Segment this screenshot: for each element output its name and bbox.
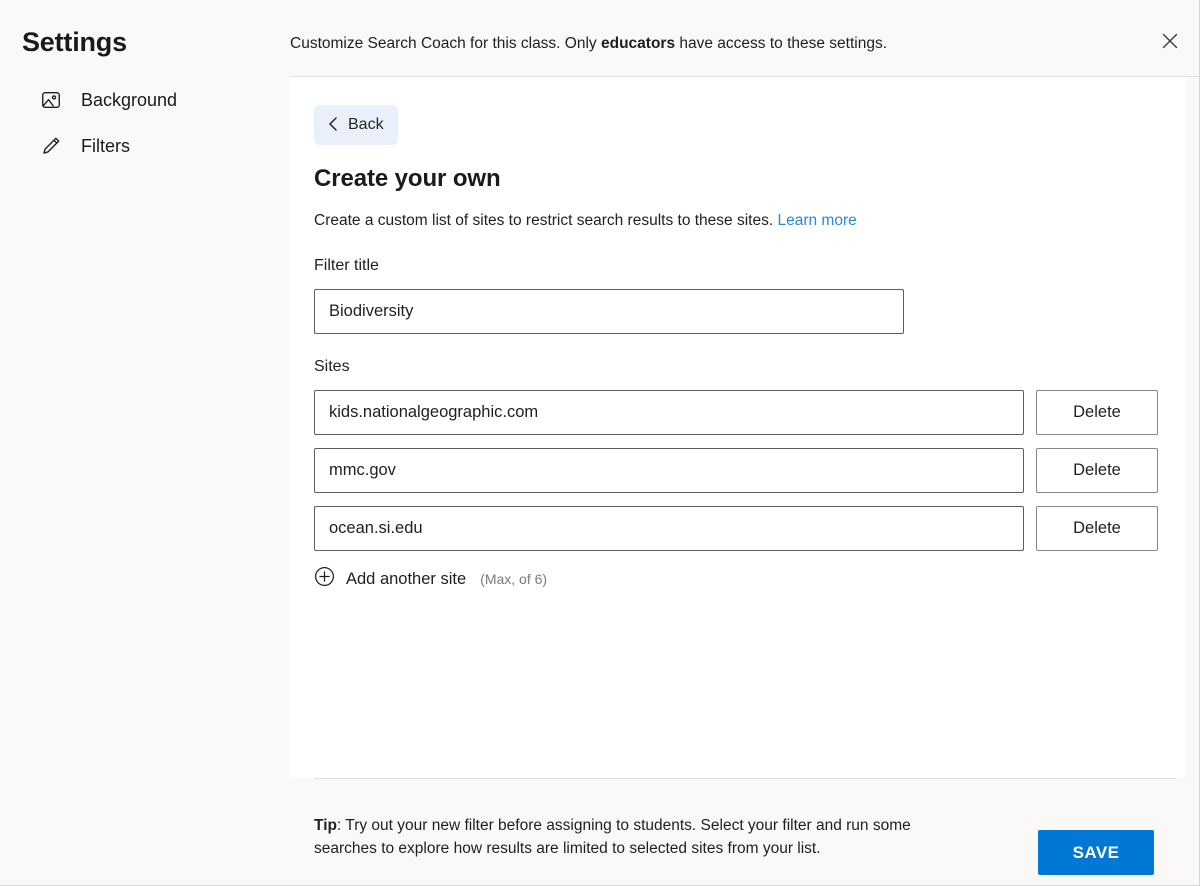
dialog-footer: Tip: Try out your new filter before assi… [290, 778, 1199, 885]
header-text-after: have access to these settings. [675, 35, 888, 52]
sidebar: Settings Background Filters [0, 0, 290, 885]
add-another-site-label: Add another site [346, 569, 467, 588]
image-icon [38, 87, 64, 113]
footer-divider [314, 778, 1176, 779]
back-button-label: Back [348, 116, 384, 133]
filter-title-label: Filter title [314, 257, 379, 274]
sidebar-item-label-filters: Filters [81, 135, 130, 156]
site-row: Delete [314, 506, 1159, 551]
header-text-bold: educators [600, 35, 676, 52]
sidebar-title: Settings [22, 27, 127, 57]
add-another-site-button[interactable]: Add another site (Max, of 6) [314, 565, 547, 593]
site-row: Delete [314, 390, 1159, 435]
sites-label: Sites [314, 358, 350, 375]
page-title: Create your own [314, 165, 501, 192]
site-input-1[interactable] [314, 448, 1024, 493]
site-input-0[interactable] [314, 390, 1024, 435]
tip-text: Tip: Try out your new filter before assi… [314, 814, 964, 860]
pencil-icon [38, 133, 64, 159]
chevron-left-icon [326, 116, 340, 135]
content-panel: Back Create your own Create a custom lis… [290, 77, 1185, 778]
tip-prefix: Tip [314, 817, 337, 834]
learn-more-link[interactable]: Learn more [777, 212, 856, 229]
site-input-2[interactable] [314, 506, 1024, 551]
page-description-text: Create a custom list of sites to restric… [314, 212, 774, 229]
tip-body: : Try out your new filter before assigni… [314, 817, 911, 857]
site-row: Delete [314, 448, 1159, 493]
back-button[interactable]: Back [314, 105, 398, 145]
close-button[interactable] [1150, 22, 1190, 62]
sidebar-item-filters[interactable]: Filters [38, 131, 130, 161]
plus-circle-icon [314, 566, 335, 592]
sidebar-item-background[interactable]: Background [38, 85, 177, 115]
header-text-before: Customize Search Coach for this class. O… [290, 35, 601, 52]
save-button[interactable]: SAVE [1038, 830, 1154, 875]
add-site-max-hint: (Max, of 6) [480, 571, 548, 587]
delete-site-button-2[interactable]: Delete [1036, 506, 1158, 551]
page-description: Create a custom list of sites to restric… [314, 212, 857, 230]
sidebar-item-label-background: Background [81, 89, 178, 110]
dialog-header: Customize Search Coach for this class. O… [290, 0, 1199, 77]
delete-site-button-0[interactable]: Delete [1036, 390, 1158, 435]
delete-site-button-1[interactable]: Delete [1036, 448, 1158, 493]
settings-dialog: Settings Background Filters Customize Se… [0, 0, 1200, 886]
close-icon [1161, 32, 1179, 53]
filter-title-input[interactable] [314, 289, 904, 334]
